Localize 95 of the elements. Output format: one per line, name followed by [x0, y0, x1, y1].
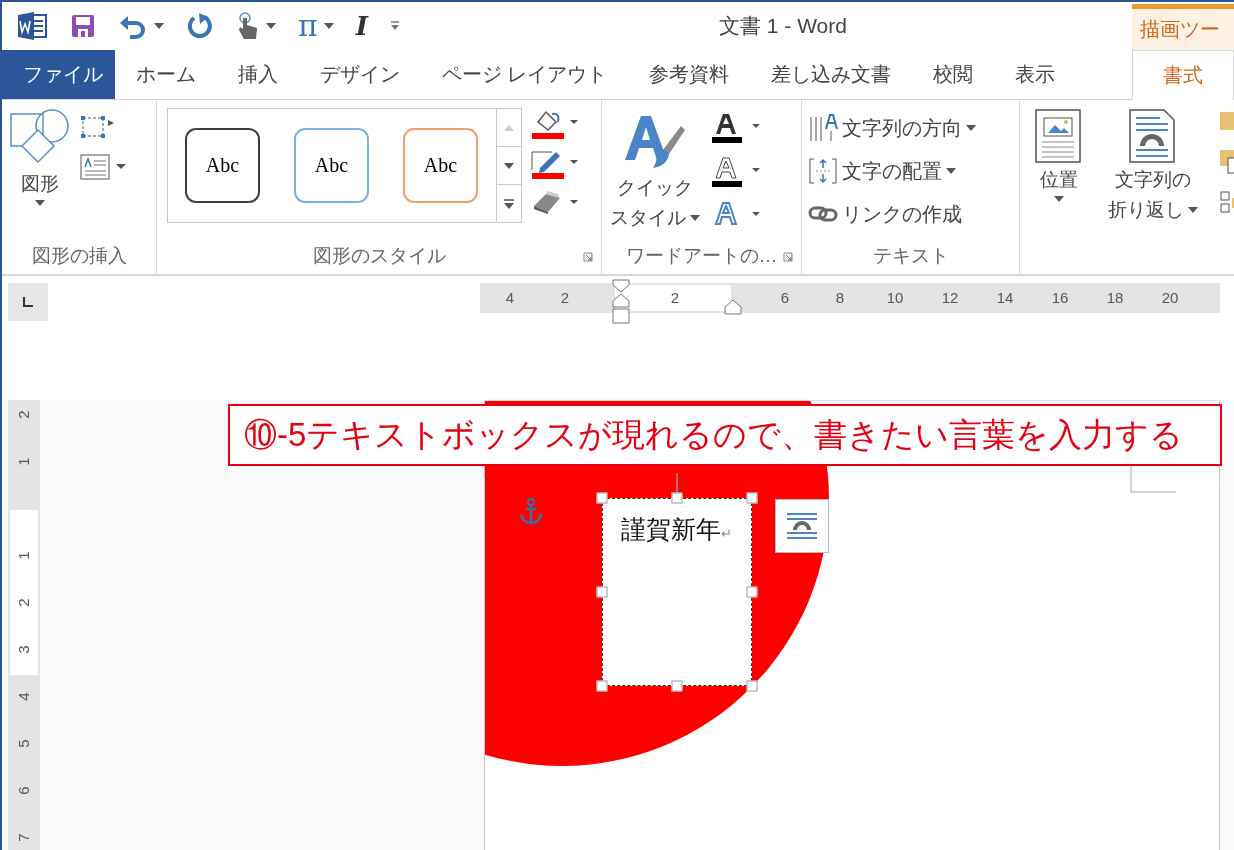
ruler-number: 2: [670, 289, 680, 306]
shape-outline-button[interactable]: [530, 148, 580, 180]
text-command[interactable]: 文字の配置: [808, 153, 976, 189]
tab-selector-button[interactable]: [8, 283, 48, 321]
ribbon-tab[interactable]: 挿入: [217, 50, 299, 99]
ruler-number: 1: [14, 457, 32, 466]
ruler-number: 10: [886, 289, 904, 306]
ribbon-tab[interactable]: 表示: [994, 50, 1077, 99]
resize-handle[interactable]: [596, 492, 608, 504]
shape-style-swatch[interactable]: Abc: [403, 128, 478, 203]
text-direction-icon: [808, 113, 838, 143]
text-box-button[interactable]: [80, 152, 126, 180]
ribbon-tab[interactable]: デザイン: [299, 50, 421, 99]
text-fill-button[interactable]: [710, 112, 762, 144]
ruler-number: 2: [560, 289, 570, 306]
ruler-number: 16: [1051, 289, 1069, 306]
dialog-launcher-icon[interactable]: [783, 252, 793, 262]
caret-icon[interactable]: [266, 23, 276, 29]
ruler-number: 18: [1106, 289, 1124, 306]
caret-icon[interactable]: [966, 125, 976, 131]
wrap-text-icon: [785, 511, 819, 541]
ruler-number: 7: [14, 833, 32, 842]
indent-marker-icon[interactable]: [612, 279, 630, 325]
quick-styles-button[interactable]: クイック スタイル: [608, 108, 702, 238]
ruler-number: 12: [941, 289, 959, 306]
margin-corner-mark: [1130, 465, 1176, 493]
group-label: テキスト: [872, 244, 949, 268]
ribbon-tab[interactable]: ページ レイアウト: [421, 50, 629, 99]
left-tab-stop-icon: [22, 296, 34, 308]
group-label: 図形の挿入: [31, 244, 127, 268]
text-box[interactable]: 謹賀新年↵: [602, 498, 752, 686]
text-command[interactable]: 文字列の方向: [808, 110, 976, 146]
text-command[interactable]: リンクの作成: [808, 196, 976, 232]
ruler-number: 5: [14, 739, 32, 748]
group-label: ワードアートの…: [625, 244, 778, 268]
word-logo-icon[interactable]: [16, 11, 48, 41]
window-title: 文書 1 - Word: [719, 13, 847, 39]
ribbon-tab[interactable]: ファイル: [2, 50, 115, 99]
resize-handle[interactable]: [746, 586, 758, 598]
resize-handle[interactable]: [671, 492, 683, 504]
touch-icon[interactable]: [236, 11, 260, 41]
resize-handle[interactable]: [746, 680, 758, 692]
group-label: 図形のスタイル: [312, 244, 446, 268]
shape-fill-button[interactable]: [530, 108, 580, 140]
ribbon-tab[interactable]: 参考資料: [628, 50, 751, 99]
ribbon-tab[interactable]: 差し込み文書: [750, 50, 913, 99]
resize-handle[interactable]: [671, 680, 683, 692]
dialog-launcher-icon[interactable]: [583, 252, 593, 262]
caret-icon[interactable]: [1188, 207, 1198, 213]
scroll-down-icon[interactable]: [504, 162, 514, 169]
right-indent-marker-icon[interactable]: [724, 299, 742, 315]
caret-icon[interactable]: [323, 23, 334, 29]
caret-icon[interactable]: [690, 215, 700, 221]
ruler-number: 3: [14, 645, 32, 654]
layout-options-button[interactable]: [775, 499, 829, 553]
shape-style-swatch[interactable]: Abc: [294, 128, 369, 203]
more-icon[interactable]: [504, 198, 514, 209]
caret-icon[interactable]: [946, 168, 956, 174]
resize-handle[interactable]: [746, 492, 758, 504]
ribbon-tab[interactable]: ホーム: [115, 50, 217, 99]
arrange-button[interactable]: 位置: [1026, 108, 1092, 238]
caret-icon[interactable]: [154, 23, 164, 29]
ruler-number: 4: [505, 289, 515, 306]
context-tab-group-label: 描画ツー: [1132, 4, 1234, 50]
resize-handle[interactable]: [596, 586, 608, 598]
caret-icon[interactable]: [1054, 196, 1064, 202]
ruler-number: 2: [14, 410, 32, 419]
ruler-number: 4: [14, 692, 32, 701]
ruler-number: 20: [1161, 289, 1179, 306]
shape-style-swatch[interactable]: Abc: [185, 128, 260, 203]
ruler-number: 14: [996, 289, 1014, 306]
ribbon-tab[interactable]: 書式: [1132, 50, 1234, 100]
text-outline-button[interactable]: [710, 156, 762, 188]
text-box-text: 謹賀新年↵: [621, 514, 732, 545]
ruler-number: 6: [780, 289, 790, 306]
instruction-callout: ⑩-5テキストボックスが現れるので、書きたい言葉を入力する: [228, 404, 1222, 466]
wrap-text-icon: [1128, 108, 1178, 164]
repeat-icon[interactable]: [186, 12, 214, 40]
ruler-number: 1: [14, 551, 32, 560]
resize-handle[interactable]: [596, 680, 608, 692]
shapes-button[interactable]: 図形: [8, 108, 72, 238]
customize-caret-icon[interactable]: [389, 20, 400, 32]
undo-icon[interactable]: [118, 13, 148, 39]
ruler-number: 8: [835, 289, 845, 306]
ribbon-tab[interactable]: 校閲: [912, 50, 995, 99]
position-icon: [1034, 108, 1084, 164]
arrange-button[interactable]: 文字列の 折り返し: [1100, 108, 1206, 238]
text-align-icon: [808, 156, 838, 186]
ruler-number: 2: [14, 598, 32, 607]
ruler-number: 6: [14, 786, 32, 795]
caret-icon[interactable]: [35, 200, 45, 206]
anchor-icon: [518, 498, 544, 526]
save-icon[interactable]: [70, 13, 96, 39]
toolbar-glyph[interactable]: I: [355, 11, 368, 41]
toolbar-glyph[interactable]: π: [298, 11, 318, 41]
